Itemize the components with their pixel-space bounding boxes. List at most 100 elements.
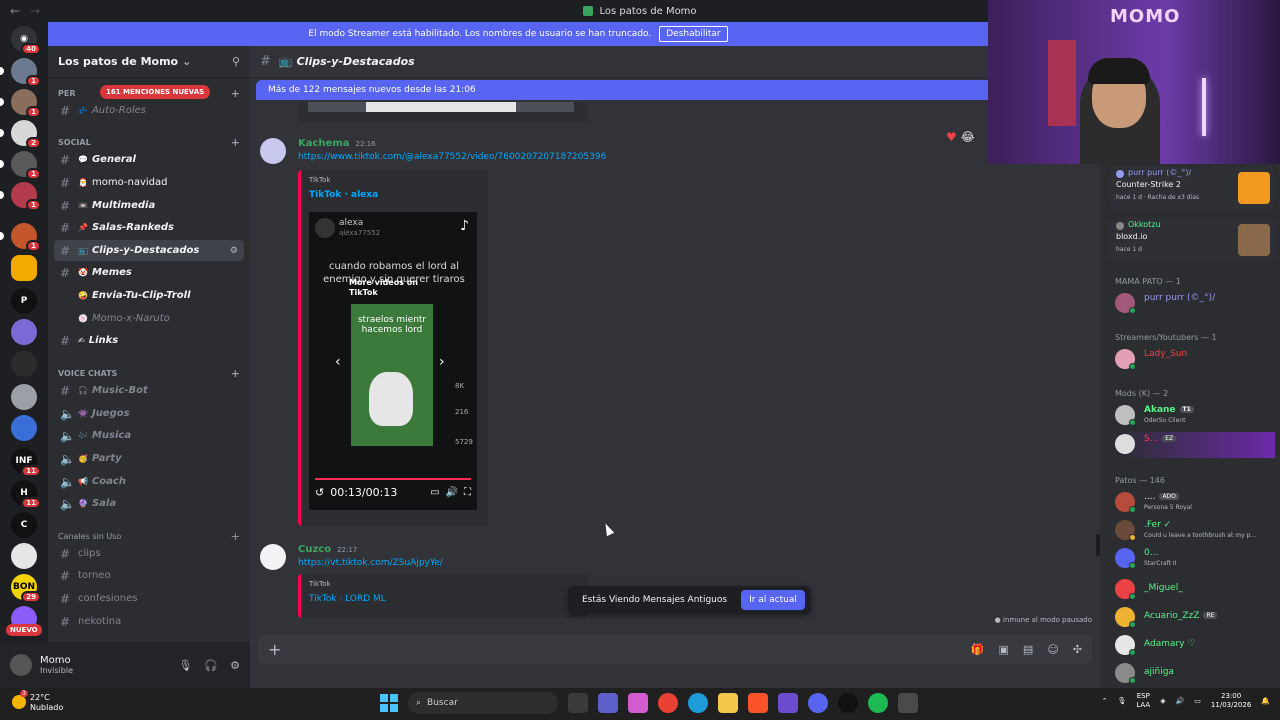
headphones-icon[interactable]: 🎧 bbox=[204, 659, 218, 672]
channel-clips-y-destacados[interactable]: # 📺 Clips-y-Destacados ⚙ bbox=[54, 240, 244, 261]
member-item[interactable]: _Miguel_ bbox=[1115, 577, 1275, 603]
add-channel-icon[interactable]: + bbox=[231, 136, 240, 149]
message-author[interactable]: Kachema 22:16 bbox=[298, 138, 376, 149]
notifications-icon[interactable]: 🔔 bbox=[1261, 697, 1270, 705]
channel-nekotina[interactable]: # nekotina bbox=[54, 611, 244, 632]
windows-start-icon[interactable] bbox=[380, 694, 398, 712]
channel-torneo[interactable]: # torneo bbox=[54, 565, 244, 586]
activity-card[interactable]: Okkotzu bloxd.io hace 1 d bbox=[1110, 218, 1274, 262]
laugh-emoji-icon[interactable]: 😂 bbox=[961, 130, 975, 144]
channel-momo-navidad[interactable]: # 🎅 momo-navidad bbox=[54, 172, 244, 193]
server-icon[interactable] bbox=[11, 351, 37, 377]
member-item[interactable]: .Fer ✓ Could u leave a toothbrush at my p… bbox=[1115, 518, 1275, 544]
channel-music-bot[interactable]: # 🎧 Music-Bot bbox=[54, 380, 244, 401]
voice-channel-juegos[interactable]: 🔈 👾 Juegos bbox=[54, 403, 244, 424]
channel-links[interactable]: # ✍ Links bbox=[54, 330, 244, 351]
obs-icon[interactable] bbox=[838, 693, 858, 713]
microphone-icon[interactable]: 🎙 bbox=[178, 659, 192, 672]
channel-auto-roles[interactable]: # 💤 Auto-Roles bbox=[54, 100, 244, 121]
message-link[interactable]: https://www.tiktok.com/@alexa77552/video… bbox=[298, 152, 606, 162]
gear-icon[interactable]: ⚙ bbox=[230, 659, 240, 672]
apps-icon[interactable]: ✣ bbox=[1073, 643, 1082, 656]
taskbar-search[interactable]: ⌕ Buscar bbox=[408, 692, 558, 714]
server-icon[interactable]: P bbox=[11, 288, 37, 314]
edge-icon[interactable] bbox=[688, 693, 708, 713]
task-view-icon[interactable] bbox=[568, 693, 588, 713]
channel-clips[interactable]: # clips bbox=[54, 543, 244, 564]
server-icon[interactable]: 1 bbox=[0, 182, 41, 211]
voice-channel-sala[interactable]: 🔈 🔮 Sala bbox=[54, 493, 244, 514]
voice-channel-musica[interactable]: 🔈 🎶 Musica bbox=[54, 425, 244, 446]
language-indicator[interactable]: ESP LAA bbox=[1136, 692, 1150, 710]
avatar[interactable] bbox=[260, 138, 286, 164]
channel-envia-tu-clip-troll[interactable]: #🤪Envia-Tu-Clip-Troll bbox=[54, 285, 244, 306]
add-channel-icon[interactable]: + bbox=[231, 530, 240, 543]
server-icon[interactable] bbox=[11, 543, 37, 569]
server-icon[interactable] bbox=[11, 255, 37, 281]
new-mentions-pill[interactable]: 161 MENCIONES NUEVAS bbox=[100, 85, 211, 99]
member-item[interactable]: Lady_Sun bbox=[1115, 347, 1275, 373]
member-item[interactable]: Adamary ♡ bbox=[1115, 633, 1275, 659]
sticker-icon[interactable]: ▤ bbox=[1023, 643, 1033, 656]
message-author[interactable]: Cuzco 22:17 bbox=[298, 544, 357, 555]
jump-to-present-button[interactable]: Ir al actual bbox=[741, 590, 805, 610]
message-composer[interactable]: + 🎁 ▣ ▤ ☺ ✣ bbox=[258, 634, 1092, 664]
teams-icon[interactable] bbox=[598, 693, 618, 713]
volume-icon[interactable]: 🔊 bbox=[446, 487, 458, 498]
captions-icon[interactable]: ▭ bbox=[430, 487, 439, 498]
member-item[interactable]: Akane T1 OderSo Client bbox=[1115, 403, 1275, 429]
channel-confesiones[interactable]: # confesiones bbox=[54, 588, 244, 609]
server-icon[interactable]: INF 11 bbox=[11, 448, 41, 477]
server-icon[interactable] bbox=[11, 415, 37, 441]
category-social[interactable]: SOCIAL + bbox=[58, 136, 240, 149]
category-voice-chats[interactable]: VOICE CHATS + bbox=[58, 367, 240, 380]
member-item[interactable]: purr purr (©_°)/ bbox=[1115, 291, 1275, 317]
chrome-icon[interactable] bbox=[658, 693, 678, 713]
emoji-icon[interactable]: ☺ bbox=[1047, 643, 1058, 656]
server-icon[interactable]: BON 29 bbox=[11, 574, 41, 603]
avatar[interactable] bbox=[260, 544, 286, 570]
file-explorer-icon[interactable] bbox=[718, 693, 738, 713]
weather-widget[interactable]: 3 22°C Nublado bbox=[12, 690, 63, 712]
battery-icon[interactable]: ▭ bbox=[1194, 697, 1201, 705]
forward-arrow-icon[interactable]: → bbox=[30, 4, 40, 18]
server-icon[interactable] bbox=[11, 319, 37, 345]
add-channel-icon[interactable]: + bbox=[231, 367, 240, 380]
voice-channel-coach[interactable]: 🔈 📢 Coach bbox=[54, 471, 244, 492]
back-arrow-icon[interactable]: ← bbox=[10, 4, 20, 18]
new-messages-bar[interactable]: Más de 122 mensajes nuevos desde las 21:… bbox=[256, 80, 1096, 100]
add-attachment-icon[interactable]: + bbox=[268, 640, 281, 659]
server-icon[interactable]: 1 bbox=[0, 58, 41, 87]
member-item[interactable]: Acuario_ZzZ RE bbox=[1115, 605, 1275, 631]
activity-card[interactable]: purr purr (©_°)/ Counter-Strike 2 hace 1… bbox=[1110, 166, 1274, 210]
video-player[interactable]: alexa alexa77552 ♪ cuando robamos el lor… bbox=[309, 212, 477, 510]
embed-title[interactable]: TikTok · alexa bbox=[309, 190, 378, 200]
spotify-icon[interactable] bbox=[868, 693, 888, 713]
copilot-icon[interactable] bbox=[628, 693, 648, 713]
message-link[interactable]: https://vt.tiktok.com/ZSuAjpyYe/ bbox=[298, 558, 443, 568]
disable-streamer-button[interactable]: Deshabilitar bbox=[659, 26, 728, 42]
member-item[interactable]: S... EZ bbox=[1115, 432, 1275, 458]
microphone-icon[interactable]: 🎙 bbox=[1117, 697, 1126, 705]
server-icon[interactable]: H 11 bbox=[11, 480, 41, 509]
direct-messages-button[interactable]: ◉ 40 bbox=[11, 26, 41, 55]
apps-grid-icon[interactable] bbox=[778, 693, 798, 713]
channel-momo-x-naruto[interactable]: #🍥Momo-x-Naruto bbox=[54, 308, 244, 329]
channel-memes[interactable]: # 🤡 Memes bbox=[54, 262, 244, 283]
category-canales-sin-uso[interactable]: Canales sin Uso + bbox=[58, 530, 240, 543]
add-channel-icon[interactable]: + bbox=[231, 87, 240, 100]
video-progress-bar[interactable] bbox=[315, 478, 471, 480]
heart-icon[interactable]: ♥ bbox=[946, 130, 957, 144]
gif-icon[interactable]: ▣ bbox=[999, 643, 1009, 656]
member-item[interactable]: .... ADO Persona 5 Royal bbox=[1115, 490, 1275, 516]
avatar[interactable] bbox=[10, 654, 32, 676]
server-icon[interactable] bbox=[11, 384, 37, 410]
fullscreen-icon[interactable]: ⛶ bbox=[464, 487, 471, 498]
channel-settings-icon[interactable]: ⚙ bbox=[230, 246, 238, 256]
channel-multimedia[interactable]: # 📼 Multimedia bbox=[54, 195, 244, 216]
gift-icon[interactable]: 🎁 bbox=[971, 643, 985, 656]
discord-icon[interactable] bbox=[808, 693, 828, 713]
channel-general[interactable]: # 💬 General bbox=[54, 149, 244, 170]
server-icon[interactable]: 1 bbox=[0, 151, 41, 180]
replay-icon[interactable]: ↺ bbox=[315, 486, 324, 499]
